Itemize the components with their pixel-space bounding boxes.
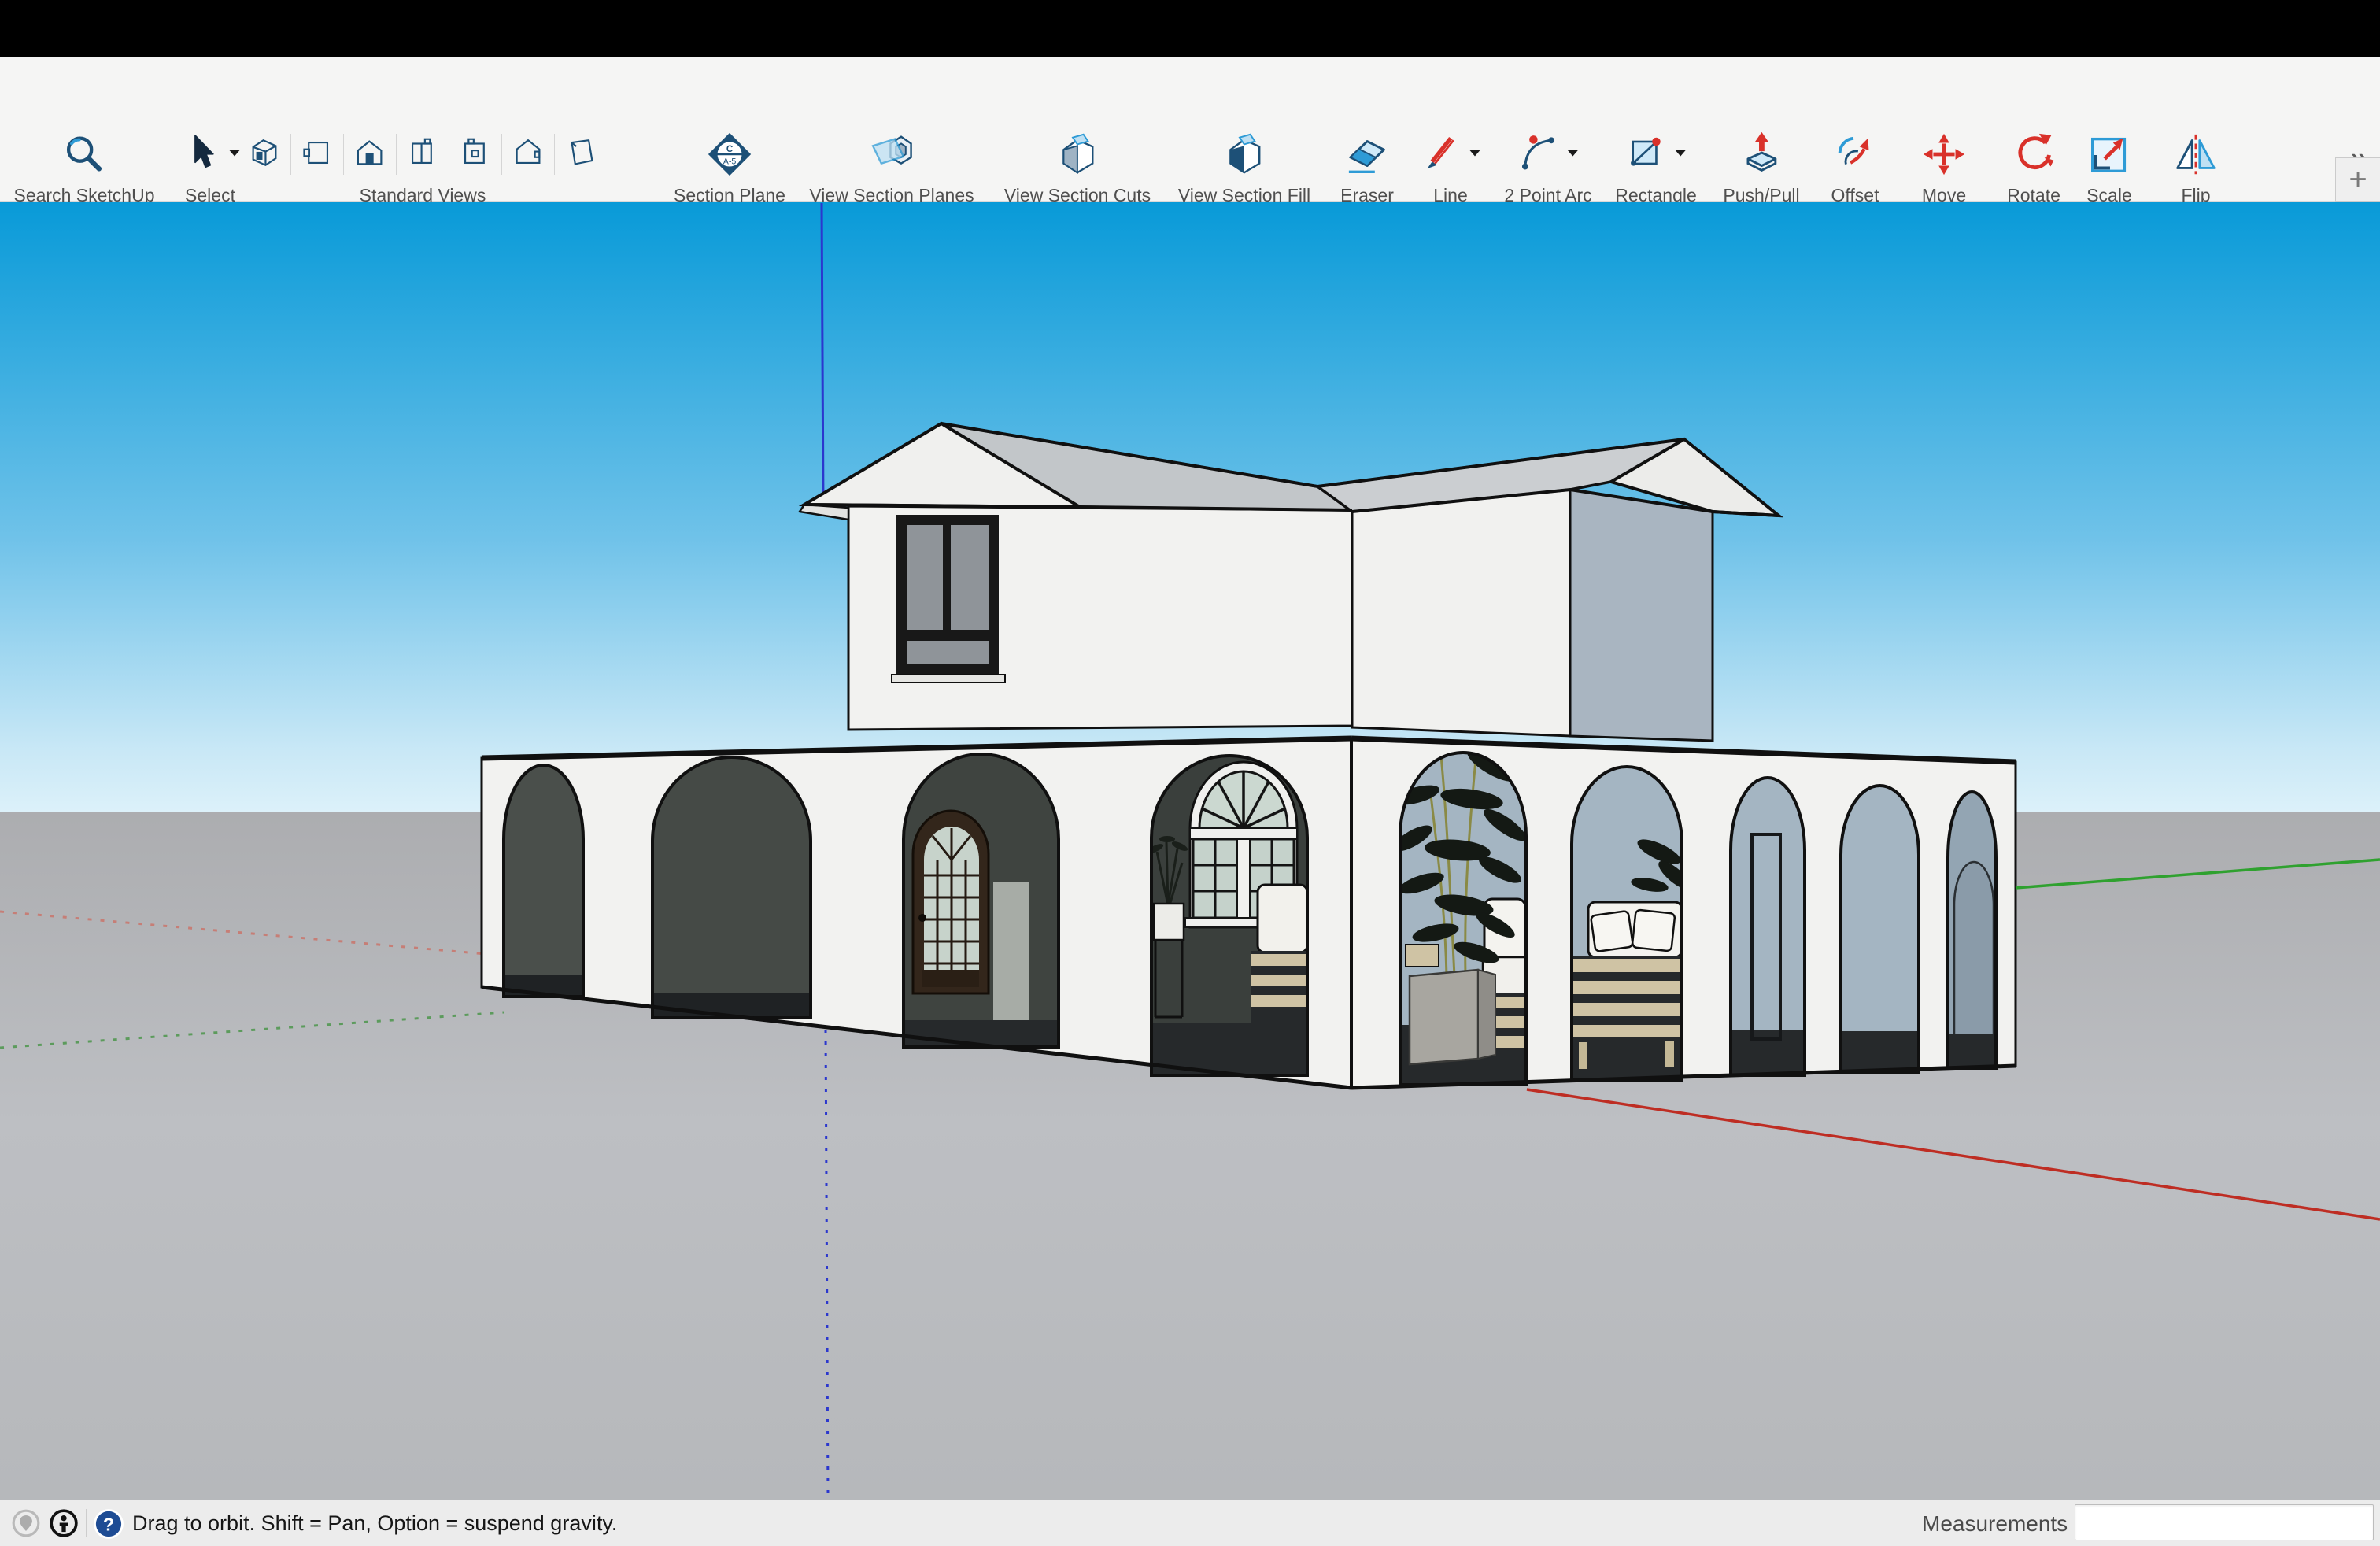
tool-view-section-fill[interactable]: View Section Fill	[1178, 128, 1310, 206]
geolocation-icon[interactable]	[11, 1508, 41, 1542]
statusbar-divider	[86, 1509, 87, 1537]
dropdown-caret-icon[interactable]	[1673, 146, 1687, 164]
plant-pot	[1154, 904, 1184, 940]
tool-rotate[interactable]: Rotate	[2007, 128, 2060, 206]
view-section-planes-icon	[867, 128, 916, 180]
tool-eraser[interactable]: Eraser	[1340, 128, 1394, 206]
add-panel-button[interactable]: +	[2335, 157, 2380, 202]
toolbar-separator	[290, 134, 291, 175]
iso-view-icon[interactable]	[246, 135, 283, 175]
tool-select[interactable]: Select	[179, 128, 242, 206]
tool-line[interactable]: Line	[1419, 128, 1482, 206]
eraser-icon	[1343, 128, 1391, 180]
top-view-icon[interactable]	[510, 135, 546, 175]
tool-move[interactable]: Move	[1920, 128, 1968, 206]
model-canvas[interactable]	[0, 202, 2380, 1500]
upper-window	[892, 515, 1005, 682]
tool-push-pull[interactable]: Push/Pull	[1723, 128, 1799, 206]
rotate-icon	[2009, 128, 2058, 180]
tool-section-plane[interactable]: CA-5 Section Plane	[674, 128, 785, 206]
move-icon	[1920, 128, 1968, 180]
blue-axis-line	[822, 203, 823, 504]
rectangle-icon	[1624, 131, 1669, 179]
tool-offset[interactable]: Offset	[1831, 128, 1879, 206]
door-handle	[918, 914, 926, 922]
measurements-label: Measurements	[1922, 1500, 2068, 1546]
tool-scale[interactable]: Scale	[2085, 128, 2134, 206]
standard-views-group: Standard Views	[246, 128, 599, 206]
left-view-icon[interactable]	[299, 135, 335, 175]
bottom-view-icon[interactable]	[563, 135, 599, 175]
dropdown-caret-icon[interactable]	[1468, 146, 1482, 164]
section-plane-icon: C A-5	[705, 128, 754, 180]
macos-menu-bar	[0, 0, 2380, 57]
offset-icon	[1831, 128, 1879, 180]
concrete-planter	[1410, 970, 1478, 1064]
flip-icon	[2171, 128, 2220, 180]
right-view-icon[interactable]	[405, 135, 441, 175]
front-view-icon[interactable]	[352, 135, 388, 175]
tool-rectangle[interactable]: Rectangle	[1615, 128, 1697, 206]
help-icon[interactable]: ?	[93, 1508, 124, 1544]
person-info-icon[interactable]	[49, 1508, 79, 1542]
arc-icon	[1517, 131, 1561, 179]
tool-flip[interactable]: Flip	[2171, 128, 2220, 206]
search-icon	[60, 128, 109, 180]
svg-text:A-5: A-5	[723, 157, 737, 167]
dropdown-caret-icon[interactable]	[1565, 146, 1580, 164]
view-section-cuts-icon	[1053, 128, 1102, 180]
back-view-icon[interactable]	[457, 135, 493, 175]
status-hint: Drag to orbit. Shift = Pan, Option = sus…	[132, 1500, 617, 1546]
status-bar: ? Drag to orbit. Shift = Pan, Option = s…	[0, 1500, 2380, 1546]
view-section-fill-icon	[1220, 128, 1269, 180]
svg-text:C: C	[726, 144, 734, 154]
toolbar: Search SketchUp Select	[0, 57, 2380, 202]
scale-icon	[2085, 128, 2134, 180]
dropdown-caret-icon[interactable]	[227, 146, 242, 164]
push-pull-icon	[1737, 128, 1786, 180]
pencil-icon	[1419, 131, 1463, 179]
tool-2-point-arc[interactable]: 2 Point Arc	[1504, 128, 1591, 206]
measurements-input[interactable]	[2075, 1504, 2374, 1540]
svg-text:?: ?	[103, 1514, 114, 1534]
sketchup-window: Search SketchUp Select	[0, 0, 2380, 1546]
tool-search-sketchup[interactable]: Search SketchUp	[14, 128, 155, 206]
tool-view-section-planes[interactable]: View Section Planes	[809, 128, 974, 206]
cursor-icon	[179, 131, 223, 179]
viewport-3d[interactable]	[0, 202, 2380, 1500]
tool-view-section-cuts[interactable]: View Section Cuts	[1004, 128, 1151, 206]
